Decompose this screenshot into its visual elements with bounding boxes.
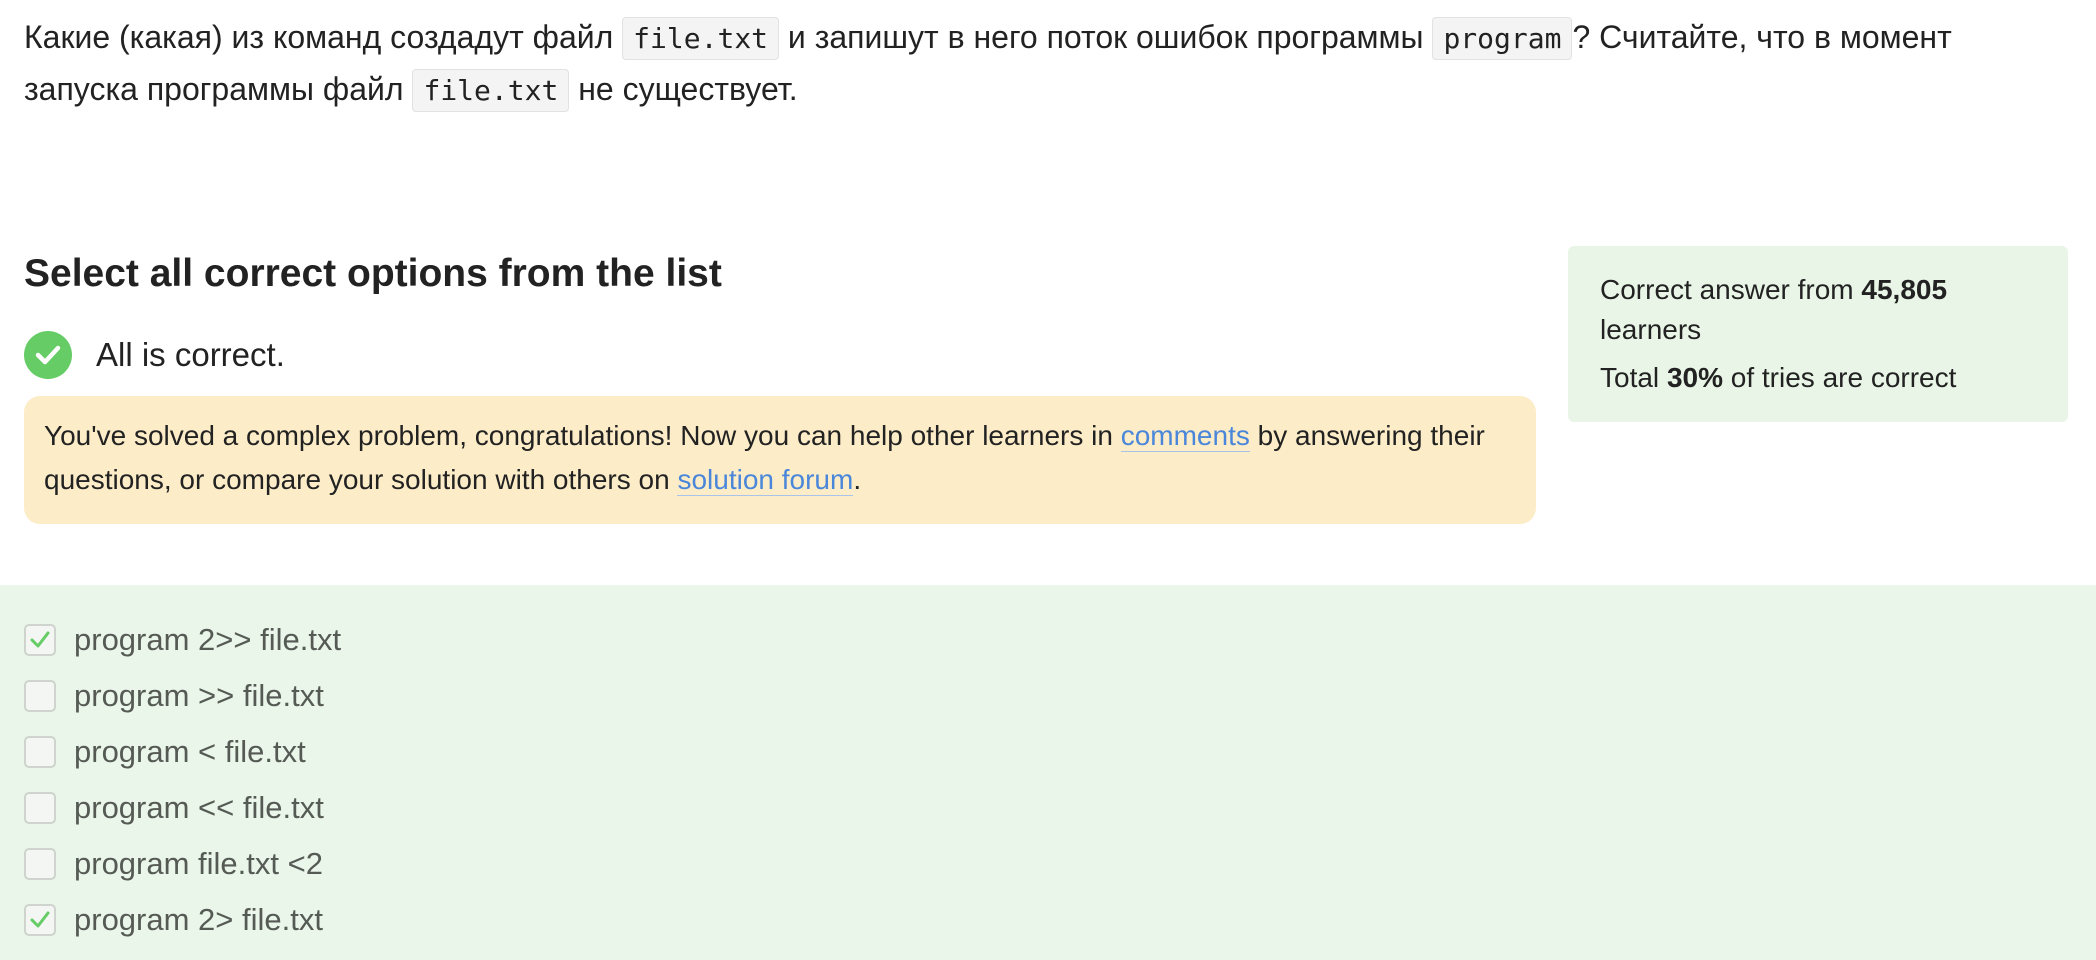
feedback-box: You've solved a complex problem, congrat… [24, 396, 1536, 524]
option-label: program 2> file.txt [74, 902, 323, 937]
result-status: All is correct. [24, 330, 285, 380]
option-label: program << file.txt [74, 790, 324, 825]
feedback-text: . [853, 464, 862, 495]
question-text-part: не существует. [569, 71, 798, 107]
stat-label: of tries are correct [1722, 362, 1957, 393]
checkbox-unchecked[interactable] [24, 736, 56, 768]
status-text: All is correct. [96, 336, 285, 373]
options-heading: Select all correct options from the list [24, 252, 722, 295]
code-file-txt: file.txt [622, 17, 780, 60]
option-label: program >> file.txt [74, 678, 324, 713]
learners-count: 45,805 [1861, 274, 1948, 305]
checkbox-checked[interactable] [24, 624, 56, 656]
comments-link[interactable]: comments [1120, 420, 1250, 452]
question-text: Какие (какая) из команд создадут файл fi… [24, 12, 2064, 116]
checkbox-unchecked[interactable] [24, 848, 56, 880]
stat-label: Correct answer from [1600, 274, 1862, 305]
feedback-text: You've solved a complex problem, congrat… [44, 420, 1121, 451]
stat-label: Total [1600, 362, 1667, 393]
question-text-part: и запишут в него поток ошибок программы [779, 19, 1433, 55]
checkmark-icon [30, 631, 50, 648]
option-label: program 2>> file.txt [74, 622, 342, 657]
checkbox-unchecked[interactable] [24, 680, 56, 712]
solution-forum-link[interactable]: solution forum [677, 464, 854, 496]
options-list: program 2>> file.txt program >> file.txt… [0, 585, 2096, 960]
checkbox-checked[interactable] [24, 904, 56, 936]
stats-panel: Correct answer from 45,805 learners Tota… [1568, 246, 2068, 422]
option-item[interactable]: program < file.txt [24, 732, 306, 772]
stat-label: learners [1600, 314, 1702, 345]
option-item[interactable]: program file.txt <2 [24, 844, 323, 884]
correct-percent: 30% [1666, 362, 1723, 393]
option-label: program < file.txt [74, 734, 306, 769]
quiz-step-page: Какие (какая) из команд создадут файл fi… [0, 0, 2096, 960]
checkbox-unchecked[interactable] [24, 792, 56, 824]
percent-stat: Total 30% of tries are correct [1600, 358, 2036, 398]
option-item[interactable]: program 2> file.txt [24, 900, 323, 940]
option-item[interactable]: program >> file.txt [24, 676, 324, 716]
option-label: program file.txt <2 [74, 846, 323, 881]
option-item[interactable]: program << file.txt [24, 788, 324, 828]
checkmark-icon [30, 911, 50, 928]
code-file-txt: file.txt [412, 69, 570, 112]
code-program: program [1432, 17, 1573, 60]
question-text-part: Какие (какая) из команд создадут файл [24, 19, 623, 55]
learners-stat: Correct answer from 45,805 learners [1600, 270, 2036, 350]
option-item[interactable]: program 2>> file.txt [24, 620, 341, 660]
checkmark-circle-icon [24, 331, 72, 379]
